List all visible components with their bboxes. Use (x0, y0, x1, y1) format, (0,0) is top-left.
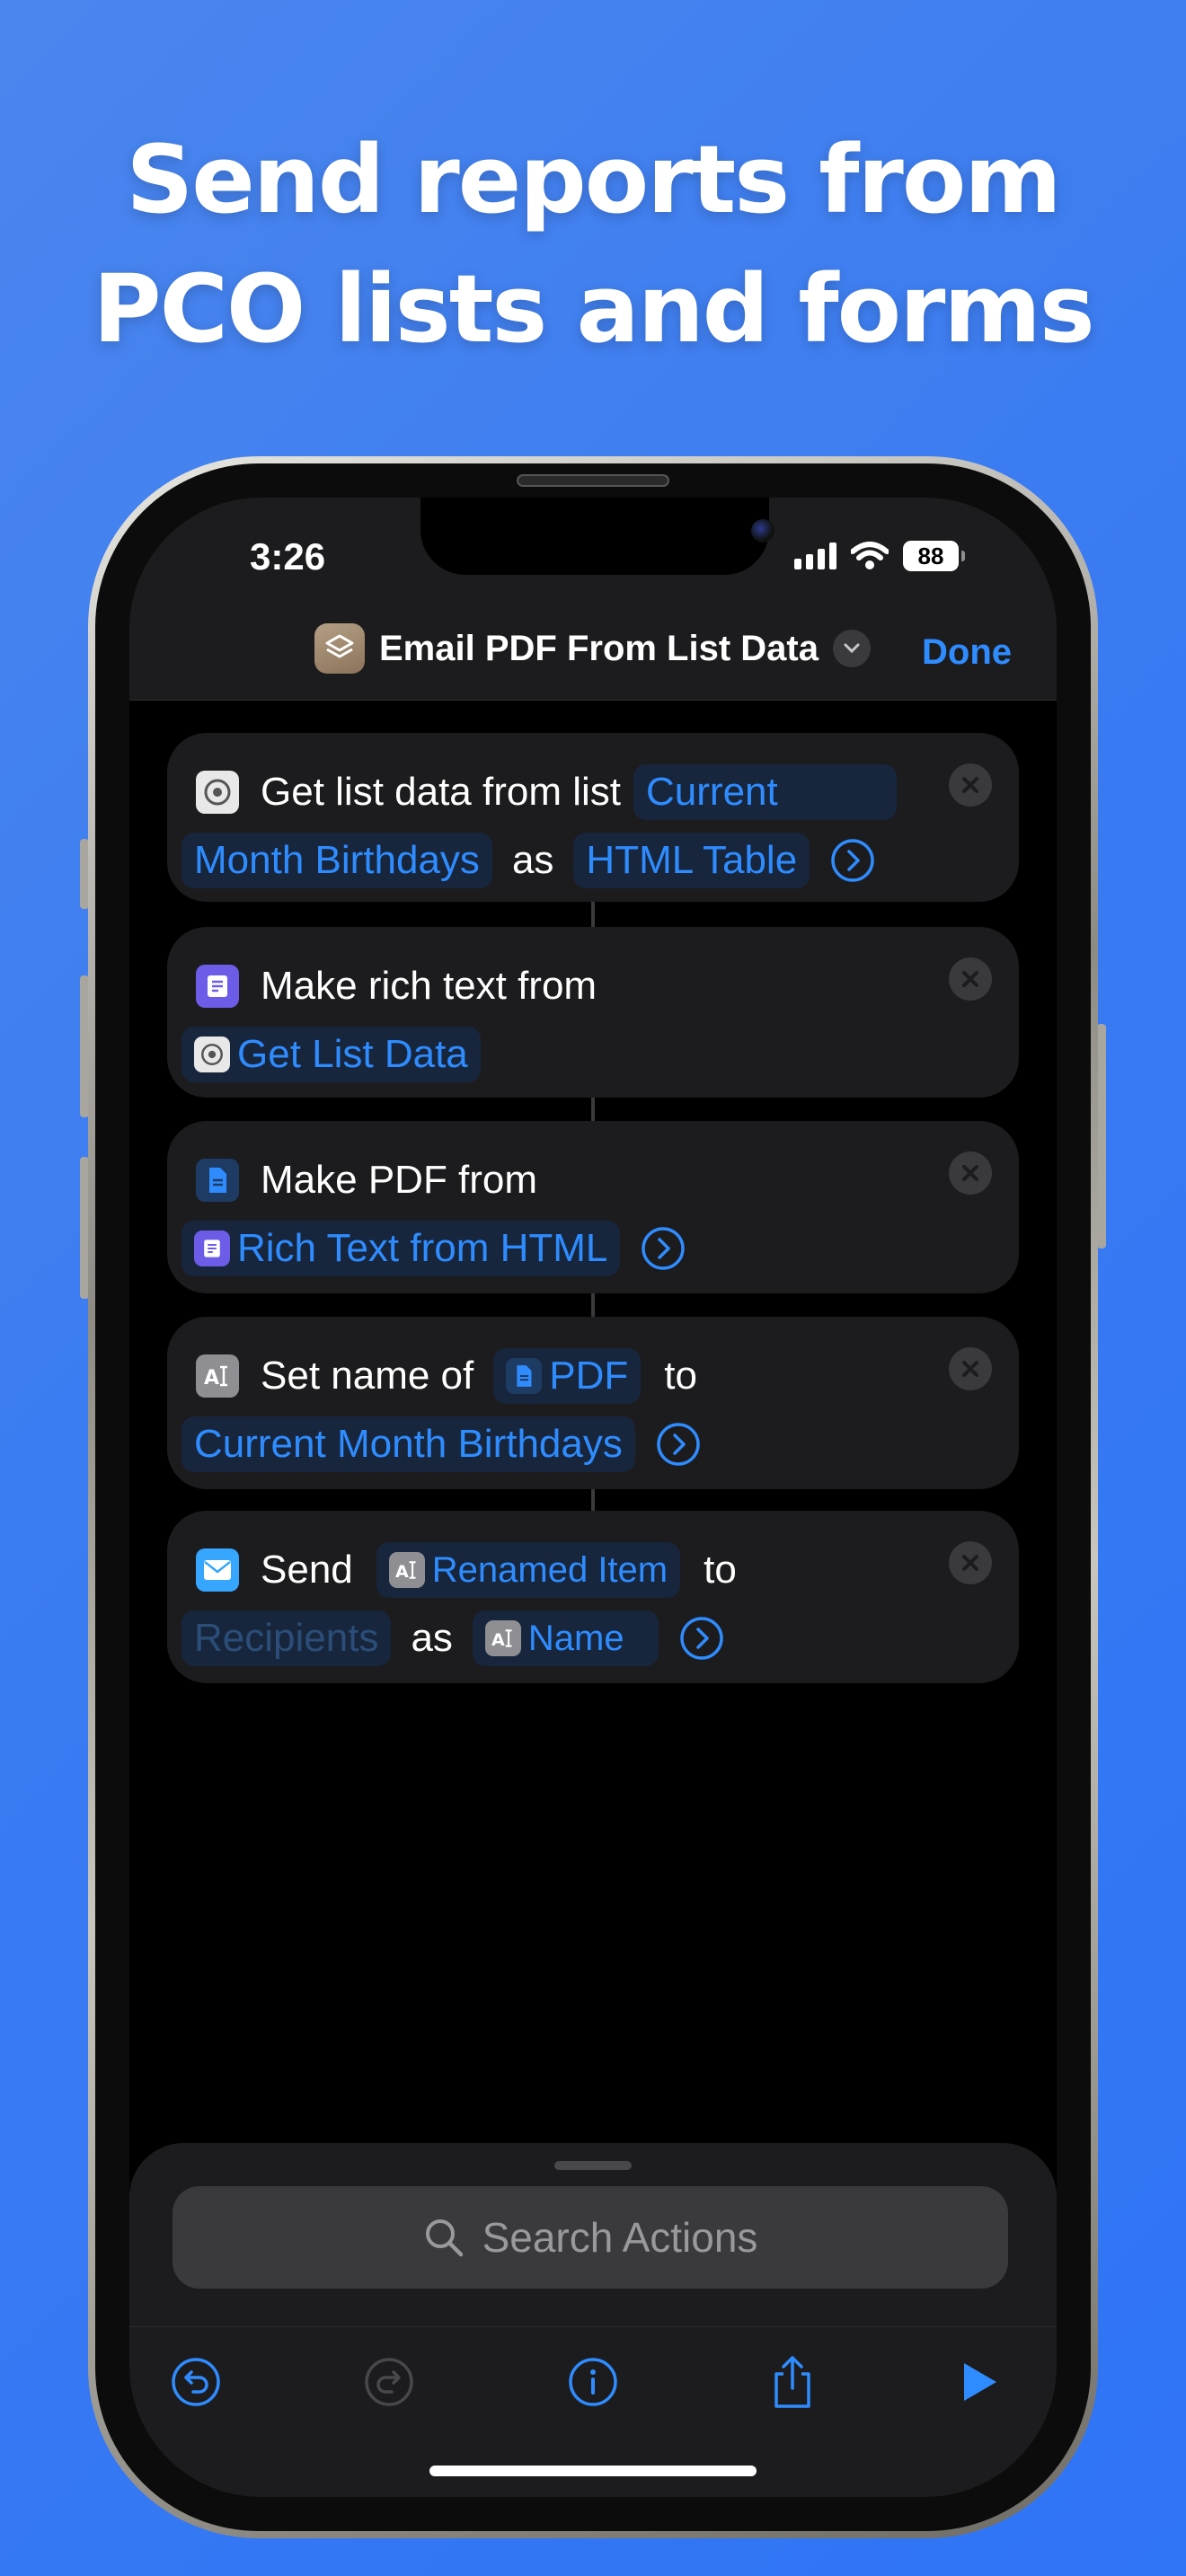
action-card-make-pdf[interactable]: Make PDF from Rich Text from HTML (167, 1121, 1019, 1293)
renamed-item-token-text: Renamed Item (431, 1549, 668, 1590)
cellular-signal-icon (794, 543, 836, 569)
info-button[interactable] (566, 2355, 620, 2409)
subject-name-token-text: Name (527, 1618, 624, 1658)
renamed-item-token[interactable]: A Renamed Item (376, 1542, 681, 1598)
status-time: 3:26 (250, 535, 326, 578)
redo-icon (365, 2358, 413, 2406)
search-icon (425, 2219, 463, 2257)
remove-action-icon[interactable] (949, 763, 992, 807)
remove-action-icon[interactable] (949, 1347, 992, 1390)
search-actions-field[interactable]: Search Actions (173, 2186, 1008, 2289)
recipients-token-text: Recipients (194, 1616, 379, 1660)
power-button (1097, 1024, 1106, 1248)
info-icon (569, 2358, 617, 2406)
headline: Send reports from PCO lists and forms (0, 115, 1186, 374)
home-indicator (429, 2466, 757, 2476)
list-token-text-continued: Month Birthdays (194, 838, 480, 882)
as-label: as (511, 838, 554, 882)
to-label: to (664, 1354, 697, 1398)
rich-text-token[interactable]: Rich Text from HTML (181, 1221, 621, 1276)
document-icon (506, 1358, 543, 1394)
run-button[interactable] (952, 2355, 1006, 2409)
pdf-token[interactable]: PDF (493, 1348, 642, 1404)
expand-arrow-icon[interactable] (640, 1225, 686, 1272)
svg-text:A: A (204, 1367, 219, 1389)
as-label: as (411, 1616, 453, 1660)
phone-bezel: 3:26 88 Email PDF From List Data Done Ge… (95, 463, 1091, 2531)
action-label: Make PDF from (261, 1158, 538, 1202)
subject-name-token[interactable]: A Name (472, 1610, 659, 1666)
pdf-token-text: PDF (549, 1354, 629, 1398)
headline-line-2: PCO lists and forms (93, 254, 1094, 364)
search-placeholder: Search Actions (482, 2214, 758, 2261)
mail-icon (196, 1548, 239, 1592)
list-token[interactable]: Current (633, 764, 897, 820)
headline-line-1: Send reports from (126, 125, 1061, 234)
get-list-data-token[interactable]: Get List Data (181, 1027, 481, 1082)
toolbar-divider (129, 2326, 1057, 2327)
wifi-icon (851, 542, 889, 569)
share-icon (774, 2356, 810, 2408)
undo-icon (172, 2358, 220, 2406)
action-card-rich-text[interactable]: Make rich text from Get List Data (167, 927, 1019, 1098)
expand-arrow-icon[interactable] (678, 1615, 725, 1662)
redo-button[interactable] (362, 2355, 416, 2409)
remove-action-icon[interactable] (949, 1541, 992, 1584)
format-token[interactable]: HTML Table (573, 833, 810, 888)
battery-level: 88 (917, 542, 944, 569)
action-card-send-email[interactable]: Send A Renamed Item to Recipients as A N… (167, 1511, 1019, 1683)
undo-button[interactable] (169, 2355, 223, 2409)
list-data-icon (196, 771, 239, 814)
action-label: Get list data from list (261, 770, 622, 814)
share-button[interactable] (766, 2355, 819, 2409)
document-icon (196, 1159, 239, 1202)
sheet-grabber[interactable] (554, 2161, 632, 2170)
expand-arrow-icon[interactable] (655, 1421, 702, 1468)
actions-sheet: Search Actions (129, 2143, 1057, 2497)
shortcut-title-menu[interactable]: Email PDF From List Data (314, 623, 871, 674)
rich-text-token-text: Rich Text from HTML (237, 1226, 608, 1270)
list-token-continued[interactable]: Month Birthdays (181, 833, 492, 888)
rename-icon: A (388, 1552, 425, 1588)
to-label: to (704, 1548, 737, 1592)
play-icon (964, 2363, 996, 2401)
battery-indicator: 88 (903, 541, 965, 571)
shortcut-title: Email PDF From List Data (379, 628, 819, 668)
phone-frame: 3:26 88 Email PDF From List Data Done Ge… (88, 456, 1098, 2538)
action-card-get-list-data[interactable]: Get list data from list Current Month Bi… (167, 733, 1019, 902)
svg-text:A: A (395, 1562, 409, 1582)
name-value-token[interactable]: Current Month Birthdays (181, 1416, 635, 1472)
expand-arrow-icon[interactable] (829, 837, 876, 884)
format-token-text: HTML Table (586, 838, 798, 882)
get-list-data-token-text: Get List Data (237, 1032, 468, 1076)
earpiece-speaker (517, 474, 669, 487)
done-button[interactable]: Done (922, 632, 1012, 673)
status-bar: 3:26 88 (129, 498, 1057, 596)
action-card-set-name[interactable]: A Set name of PDF to Current Month Birth… (167, 1317, 1019, 1489)
front-camera (751, 519, 774, 543)
recipients-token[interactable]: Recipients (181, 1610, 392, 1666)
list-data-icon (194, 1037, 230, 1072)
remove-action-icon[interactable] (949, 1151, 992, 1195)
rich-text-icon (194, 1231, 230, 1266)
status-icons: 88 (794, 541, 965, 571)
shortcut-layers-icon (314, 623, 365, 674)
name-value-token-text: Current Month Birthdays (194, 1422, 623, 1466)
action-label: Make rich text from (261, 964, 597, 1008)
list-token-text: Current (646, 770, 778, 814)
rich-text-icon (196, 965, 239, 1008)
svg-text:A: A (491, 1630, 505, 1650)
navigation-bar: Email PDF From List Data Done (129, 596, 1057, 701)
remove-action-icon[interactable] (949, 957, 992, 1001)
dynamic-island (420, 498, 774, 575)
action-label: Set name of (261, 1354, 474, 1398)
action-label: Send (261, 1548, 353, 1592)
rename-icon: A (484, 1620, 521, 1656)
rename-icon: A (196, 1354, 239, 1398)
chevron-down-icon (832, 630, 871, 667)
phone-screen: 3:26 88 Email PDF From List Data Done Ge… (129, 498, 1057, 2497)
